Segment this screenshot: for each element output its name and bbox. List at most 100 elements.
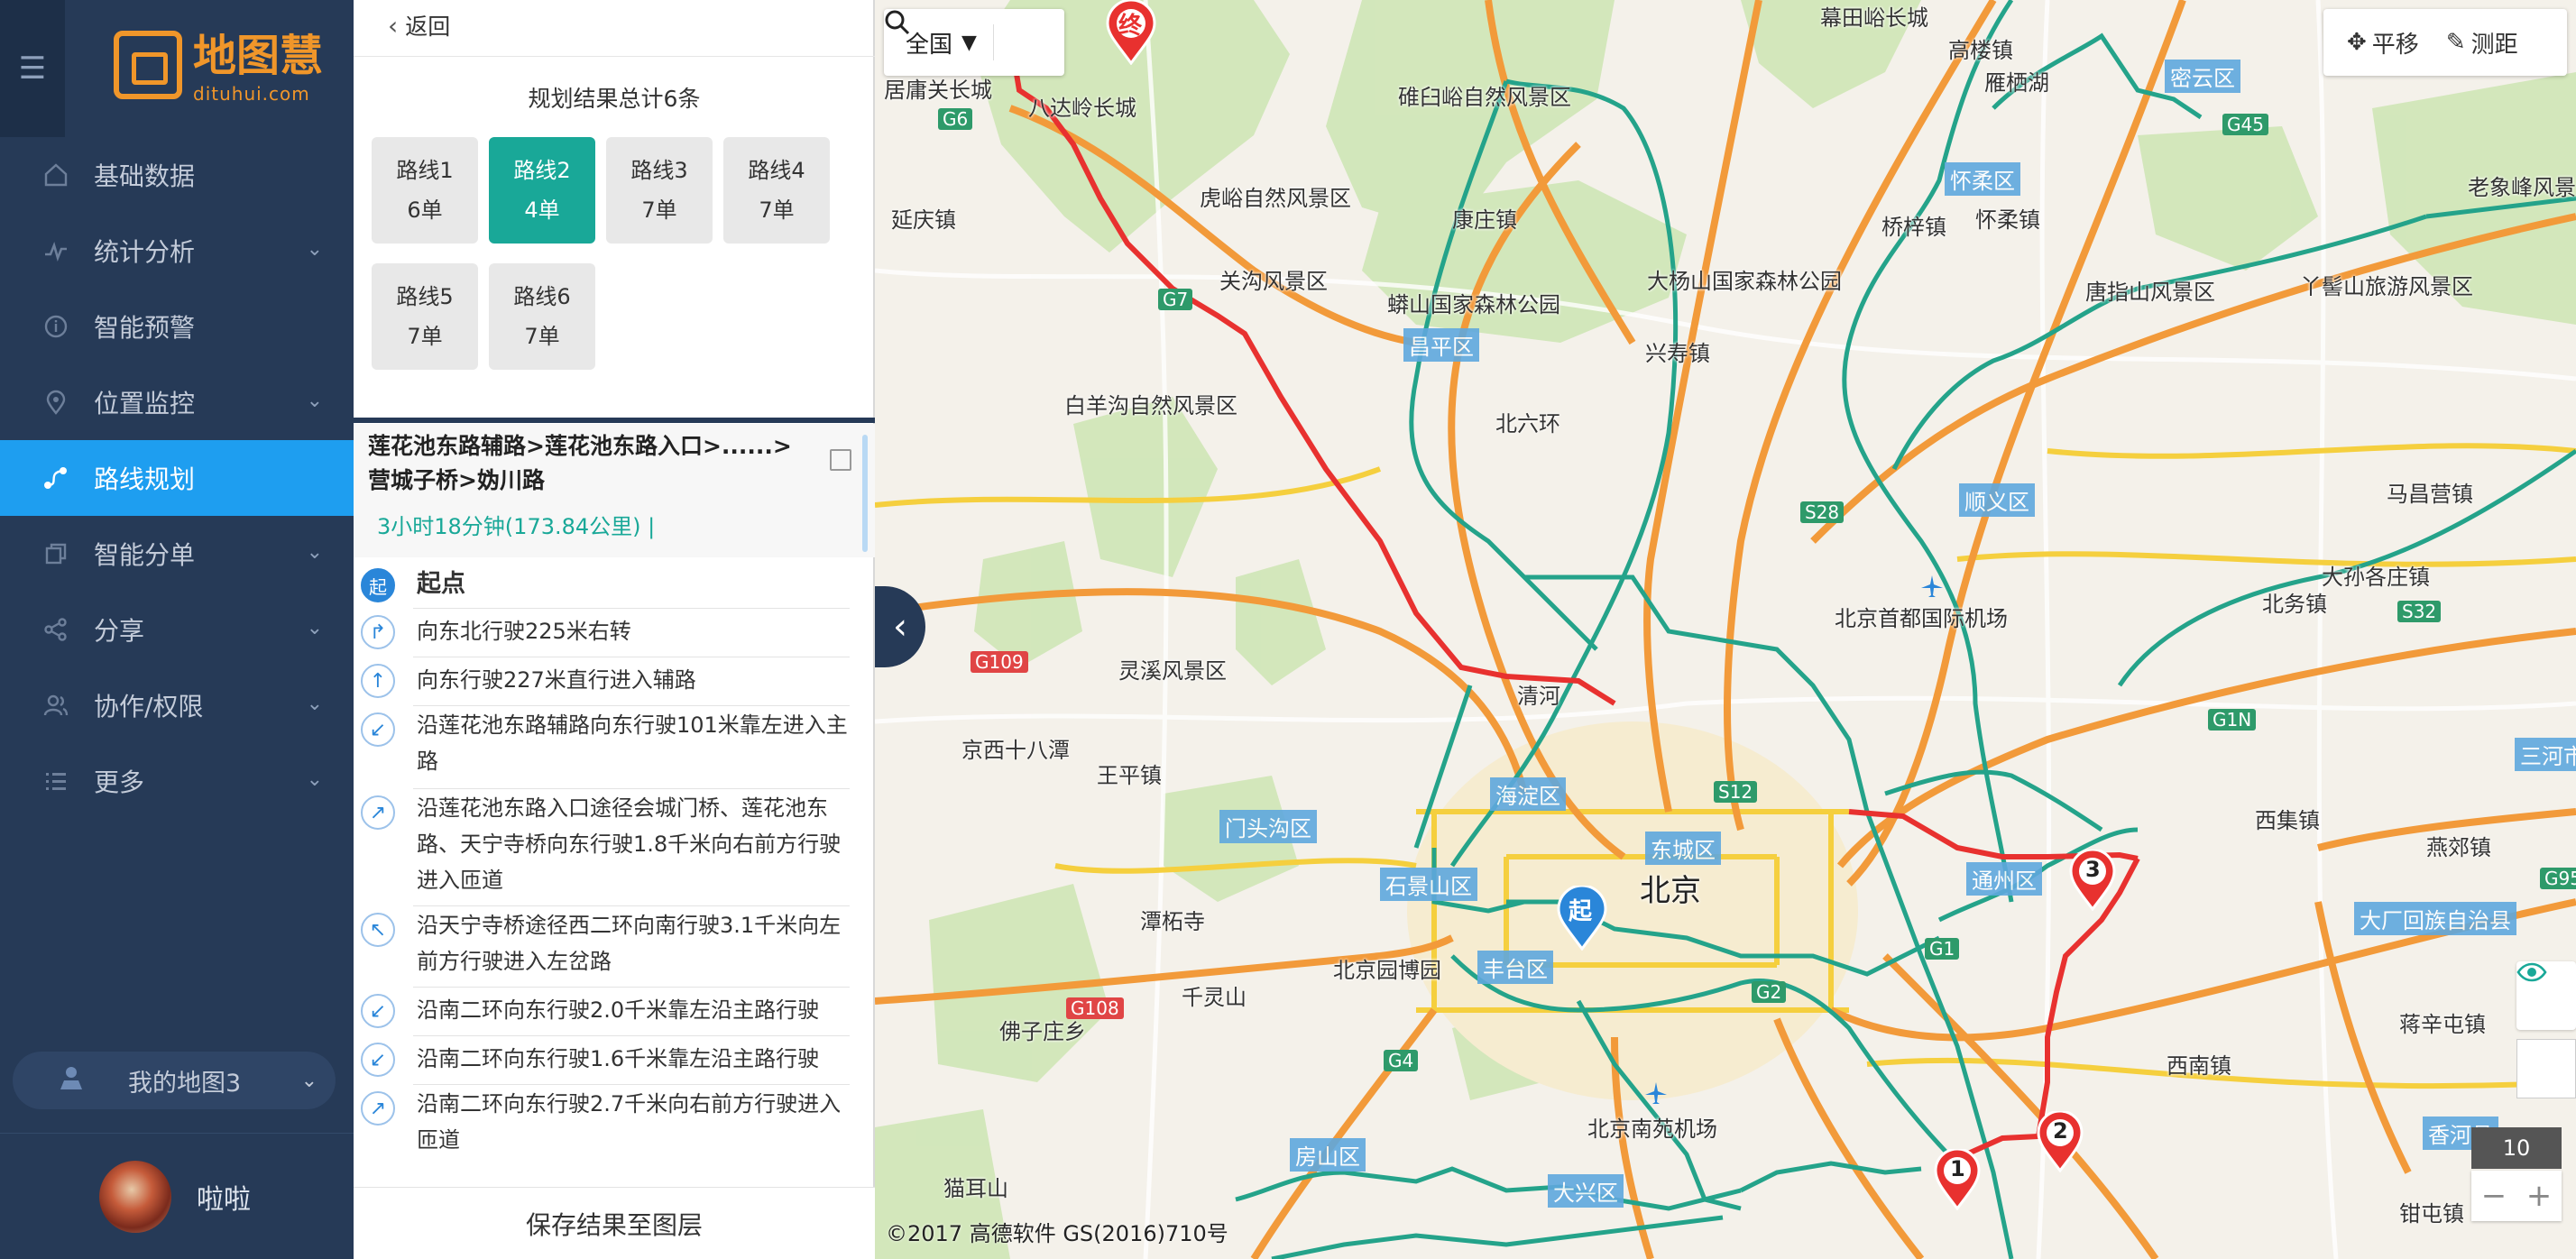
nav-item-route-planning[interactable]: 路线规划: [0, 440, 354, 516]
highway-shield: G7: [1158, 289, 1193, 310]
scrollbar[interactable]: [862, 435, 868, 552]
highway-shield: S12: [1714, 781, 1758, 803]
district-label: 大兴区: [1548, 1174, 1624, 1208]
sidebar: ☰ 地图慧 dituhui.com 基础数据 统计分析 ⌄ 智能预警 位置监控 …: [0, 0, 354, 1259]
pan-label: 平移: [2371, 31, 2419, 59]
map-label: 大杨山国家森林公园: [1647, 269, 1842, 294]
district-label: 大厂回族自治县: [2354, 902, 2516, 935]
route-count: 7单: [407, 324, 443, 349]
map-label: 唐指山风景区: [2085, 280, 2215, 305]
stop-marker-label: 2: [2053, 1118, 2068, 1144]
user-profile[interactable]: 啦啦: [0, 1133, 354, 1259]
route-button-2[interactable]: 路线2 4单: [489, 137, 595, 244]
map-label: 老象峰风景区: [2468, 175, 2576, 200]
map-thumbnail[interactable]: [2516, 1039, 2576, 1098]
highway-shield: G1N: [2208, 709, 2257, 731]
highway-shield: G6: [938, 108, 973, 130]
route-result-panel: ‹ 返回 规划结果总计6条 路线1 6单 路线2 4单 路线3 7单 路线4 7…: [354, 0, 875, 1259]
district-label: 门头沟区: [1219, 810, 1317, 843]
route-button-5[interactable]: 路线5 7单: [372, 263, 478, 370]
pan-button[interactable]: ✥ 平移: [2347, 26, 2419, 60]
map-label: 虎峪自然风景区: [1200, 186, 1351, 211]
route-detail-header: 莲花池东路辅路>莲花池东路入口>......>营城子桥>妫川路 3小时18分钟(…: [354, 424, 875, 557]
highway-shield: G2: [1752, 981, 1787, 1003]
highway-shield: G95: [2540, 868, 2576, 889]
step-text: 沿莲花池东路辅路向东行驶101米靠左进入主路: [417, 712, 848, 774]
chevron-down-icon: ⌄: [306, 390, 323, 412]
logo-text: 地图慧: [193, 31, 324, 81]
map-label: 蟒山国家森林公园: [1387, 292, 1560, 317]
measure-button[interactable]: ✎ 测距: [2446, 26, 2518, 60]
district-label: 怀柔区: [1945, 162, 2020, 196]
route-name: 路线3: [630, 158, 688, 183]
map-label: 桥梓镇: [1881, 215, 1946, 240]
national-road-shield: G108: [1066, 997, 1124, 1019]
menu-toggle-icon[interactable]: ☰: [0, 0, 65, 137]
region-selector[interactable]: 全国 ▼: [906, 26, 977, 60]
chevron-left-icon: ‹: [893, 606, 907, 648]
route-name: 路线5: [396, 284, 454, 309]
step-text: 沿南二环向东行驶2.0千米靠左沿主路行驶: [417, 997, 820, 1023]
map-label: 八达岭长城: [1028, 96, 1136, 121]
nav-item-statistics[interactable]: 统计分析 ⌄: [0, 213, 354, 289]
start-marker-label: 起: [1569, 898, 1593, 925]
route-count: 4单: [524, 198, 560, 223]
divider: [413, 608, 850, 609]
map-label: 康庄镇: [1452, 207, 1517, 233]
document-icon[interactable]: [830, 449, 851, 471]
map-view[interactable]: 八达岭长城 居庸关长城 雁栖湖 幕田峪长城 密云区 怀柔区 碓臼峪自然风景区 虎…: [875, 0, 2576, 1259]
route-button-6[interactable]: 路线6 7单: [489, 263, 595, 370]
nav-label: 统计分析: [94, 237, 196, 267]
divider: [413, 705, 850, 706]
highway-shield: S28: [1800, 501, 1845, 523]
nav-item-collaboration[interactable]: 协作/权限 ⌄: [0, 667, 354, 743]
highway-shield: S32: [2397, 601, 2442, 622]
my-map-label: 我的地图3: [128, 1069, 242, 1098]
highway-shield: G45: [2222, 114, 2268, 135]
step-text: 沿莲花池东路入口途径会城门桥、莲花池东路、天宁寺桥向东行驶1.8千米向右前方行驶…: [417, 795, 842, 893]
map-user-icon: [58, 1064, 85, 1098]
map-label: 灵溪风景区: [1118, 658, 1227, 684]
map-copyright: ©2017 高德软件 GS(2016)710号: [886, 1221, 1228, 1246]
visibility-toggle-button[interactable]: [2516, 961, 2576, 1030]
bear-right-icon: ↗: [361, 1091, 395, 1126]
caret-down-icon: ▼: [961, 31, 977, 54]
route-button-1[interactable]: 路线1 6单: [372, 137, 478, 244]
turn-right-icon: ↱: [361, 615, 395, 649]
map-label: 碓臼峪自然风景区: [1398, 85, 1571, 110]
city-label: 北京: [1640, 873, 1701, 909]
step-text: 沿天宁寺桥途径西二环向南行驶3.1千米向左前方行驶进入左岔路: [417, 913, 842, 974]
nav-item-smart-dispatch[interactable]: 智能分单 ⌄: [0, 516, 354, 592]
route-button-4[interactable]: 路线4 7单: [723, 137, 830, 244]
map-label: 马昌营镇: [2387, 482, 2473, 507]
map-label: 猫耳山: [943, 1176, 1008, 1201]
back-button[interactable]: ‹ 返回: [388, 9, 450, 41]
avatar: [99, 1160, 171, 1233]
district-label: 顺义区: [1959, 483, 2035, 517]
chevron-down-icon: ⌄: [306, 238, 323, 261]
district-label: 石景山区: [1380, 868, 1477, 901]
save-to-layer-button[interactable]: 保存结果至图层: [354, 1187, 875, 1259]
nav-item-share[interactable]: 分享 ⌄: [0, 592, 354, 667]
airport-label: 北京首都国际机场: [1835, 606, 2008, 631]
nav-item-alerts[interactable]: 智能预警: [0, 289, 354, 364]
nav-item-basic-data[interactable]: 基础数据: [0, 137, 354, 213]
district-label: 东城区: [1645, 832, 1721, 865]
route-button-3[interactable]: 路线3 7单: [606, 137, 713, 244]
map-label: 延庆镇: [891, 207, 956, 233]
map-label: 大孙各庄镇: [2322, 565, 2430, 590]
district-label: 昌平区: [1403, 328, 1479, 362]
chevron-down-icon: ⌄: [306, 617, 323, 639]
nav-label: 基础数据: [94, 161, 196, 191]
nav-label: 分享: [94, 616, 145, 646]
back-label: 返回: [405, 14, 451, 40]
map-label: 幕田峪长城: [1820, 5, 1928, 31]
route-icon: [40, 462, 72, 494]
nav-item-location-monitor[interactable]: 位置监控 ⌄: [0, 364, 354, 440]
nav-item-more[interactable]: 更多 ⌄: [0, 743, 354, 819]
my-map-selector[interactable]: 我的地图3 ⌄: [13, 1052, 336, 1109]
zoom-in-button[interactable]: +: [2516, 1171, 2562, 1221]
zoom-out-button[interactable]: −: [2471, 1171, 2516, 1221]
map-label: 京西十八潭: [961, 738, 1070, 763]
info-circle-icon: [40, 310, 72, 343]
